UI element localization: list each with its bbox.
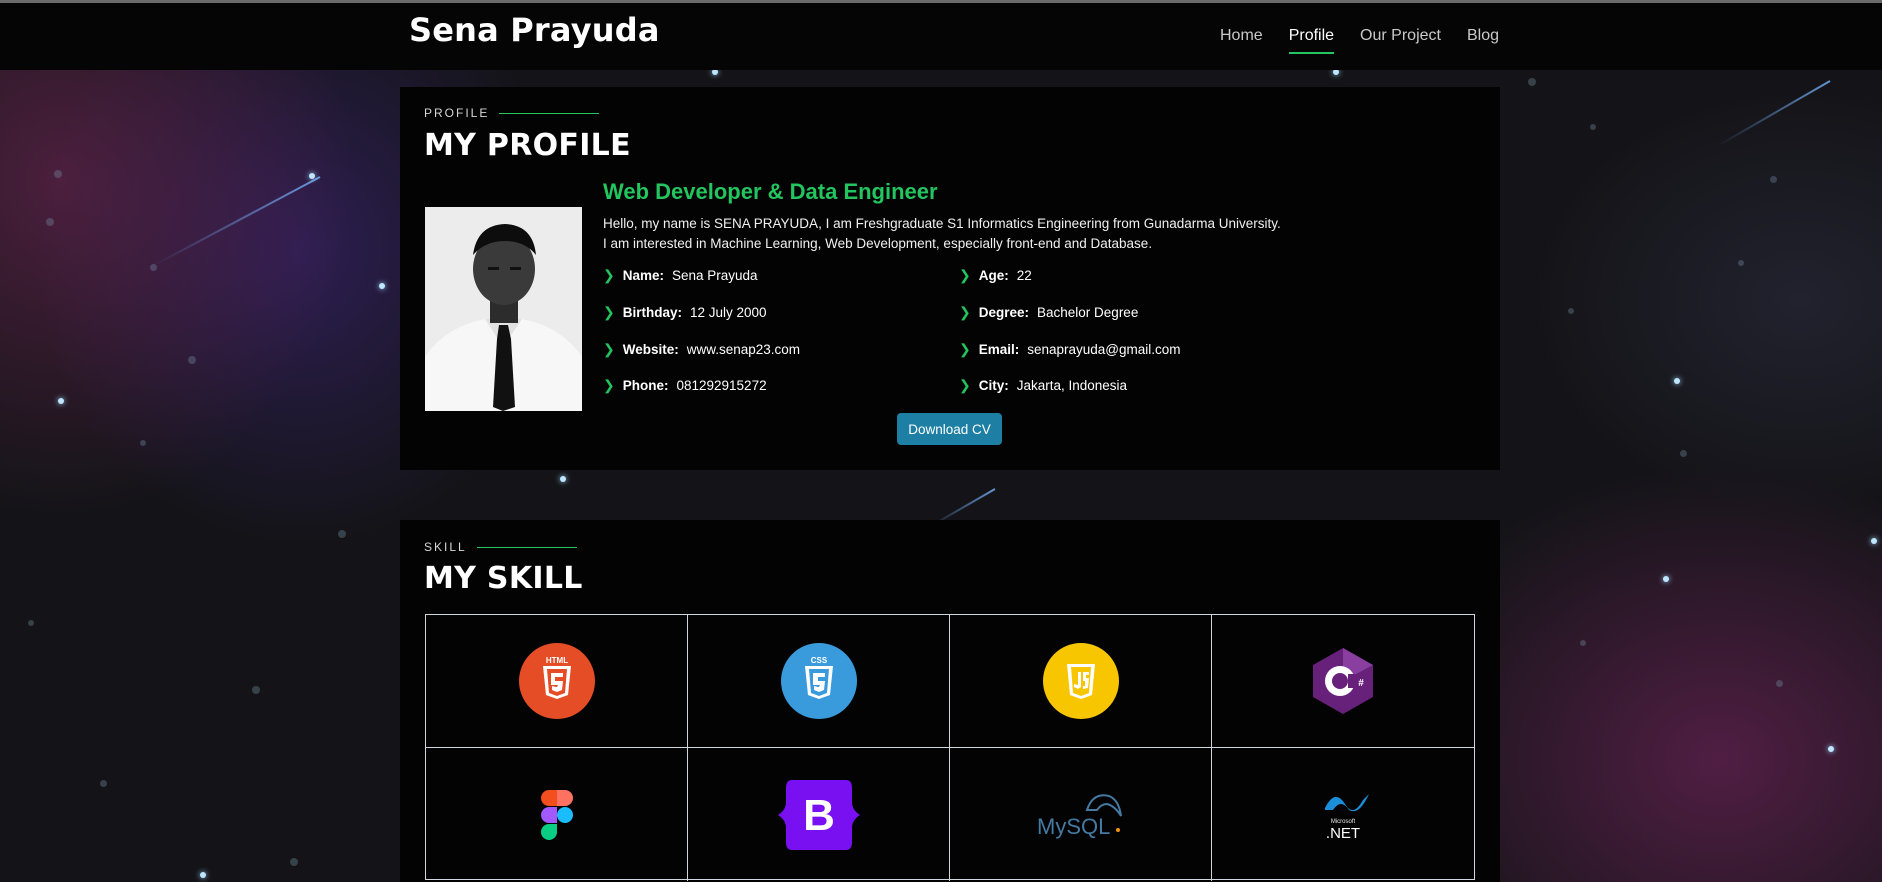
fact-label: Age:: [978, 268, 1009, 283]
download-cv-button[interactable]: Download CV: [897, 413, 1002, 445]
skill-title: MY SKILL: [424, 561, 583, 596]
csharp-icon: #: [1313, 648, 1373, 714]
html5-logo-text: HTML: [545, 656, 567, 665]
fact-city: ❯ City: Jakarta, Indonesia: [959, 377, 1127, 394]
skill-cell-dotnet: Microsoft .NET: [1212, 748, 1474, 881]
eyebrow-line: [499, 112, 600, 114]
fact-label: Website:: [622, 342, 679, 357]
fact-label: Birthday:: [622, 305, 682, 320]
profile-role: Web Developer & Data Engineer: [603, 179, 938, 204]
skill-cell-bootstrap: B: [688, 748, 950, 881]
chevron-right-icon: ❯: [603, 304, 615, 320]
fact-value: 12 July 2000: [690, 305, 767, 320]
nav-home[interactable]: Home: [1220, 27, 1263, 45]
javascript-icon: [1042, 643, 1119, 719]
fact-value: 081292915272: [676, 378, 767, 393]
eyebrow-line: [476, 546, 577, 548]
chevron-right-icon: ❯: [603, 377, 615, 393]
skill-cell-html: HTML: [426, 615, 688, 748]
fact-birthday: ❯ Birthday: 12 July 2000: [603, 304, 767, 321]
profile-eyebrow-text: PROFILE: [424, 106, 490, 120]
fact-value: Sena Prayuda: [672, 268, 758, 283]
fact-label: Email:: [978, 342, 1020, 357]
profile-section: PROFILE MY PROFILE Web Developer & Data …: [400, 87, 1500, 470]
fact-website: ❯ Website: www.senap23.com: [603, 341, 800, 358]
nav-our-project[interactable]: Our Project: [1360, 27, 1441, 45]
fact-phone: ❯ Phone: 081292915272: [603, 377, 767, 394]
site-brand[interactable]: Sena Prayuda: [409, 11, 660, 49]
nav-profile[interactable]: Profile: [1288, 27, 1335, 54]
chevron-right-icon: ❯: [959, 267, 971, 283]
skill-eyebrow: SKILL: [424, 540, 577, 554]
profile-title: MY PROFILE: [424, 128, 631, 163]
bio-line-2: I am interested in Machine Learning, Web…: [603, 236, 1153, 251]
skill-eyebrow-text: SKILL: [424, 540, 467, 554]
bootstrap-logo-text: B: [803, 791, 835, 840]
fact-label: Phone:: [622, 378, 669, 393]
css3-logo-text: CSS: [810, 656, 827, 665]
chevron-right-icon: ❯: [603, 341, 615, 357]
fact-email: ❯ Email: senaprayuda@gmail.com: [959, 341, 1181, 358]
navbar: Sena Prayuda Home Profile Our Project Bl…: [0, 3, 1882, 70]
dotnet-icon: Microsoft .NET: [1325, 793, 1369, 840]
figma-icon: [540, 789, 573, 840]
profile-eyebrow: PROFILE: [424, 106, 600, 120]
fact-label: City:: [978, 378, 1009, 393]
chevron-right-icon: ❯: [959, 304, 971, 320]
bio-line-1: Hello, my name is SENA PRAYUDA, I am Fre…: [603, 216, 1281, 231]
dotnet-logo-text: .NET: [1326, 825, 1360, 840]
mysql-logo-text: MySQL: [1037, 814, 1110, 839]
fact-degree: ❯ Degree: Bachelor Degree: [959, 304, 1138, 321]
bootstrap-icon: B: [777, 779, 860, 850]
main-nav: Home Profile Our Project Blog: [1220, 27, 1499, 54]
html5-icon: HTML: [518, 643, 595, 719]
skill-cell-javascript: [950, 615, 1212, 748]
nav-blog[interactable]: Blog: [1467, 27, 1499, 45]
website-link[interactable]: www.senap23.com: [687, 342, 800, 357]
fact-label: Name:: [622, 268, 664, 283]
skill-grid: HTML CSS # B MySQL Microsoft .NET: [425, 614, 1475, 881]
fact-value: Bachelor Degree: [1037, 305, 1139, 320]
chevron-right-icon: ❯: [959, 377, 971, 393]
svg-text:#: #: [1358, 678, 1364, 689]
skill-cell-figma: [426, 748, 688, 881]
skill-section: SKILL MY SKILL HTML CSS # B MySQL Micros…: [400, 520, 1500, 882]
skill-cell-mysql: MySQL: [950, 748, 1212, 881]
fact-value: 22: [1016, 268, 1032, 283]
chevron-right-icon: ❯: [603, 267, 615, 283]
fact-value: Jakarta, Indonesia: [1016, 378, 1128, 393]
css3-icon: CSS: [780, 643, 857, 719]
mysql-icon: MySQL: [1037, 793, 1122, 839]
fact-value: senaprayuda@gmail.com: [1027, 342, 1181, 357]
profile-photo: [425, 207, 582, 411]
fact-label: Degree:: [978, 305, 1030, 320]
fact-age: ❯ Age: 22: [959, 267, 1032, 284]
profile-bio: Hello, my name is SENA PRAYUDA, I am Fre…: [603, 214, 1363, 254]
skill-cell-css: CSS: [688, 615, 950, 748]
fact-name: ❯ Name: Sena Prayuda: [603, 267, 758, 284]
skill-cell-csharp: #: [1212, 615, 1474, 748]
chevron-right-icon: ❯: [959, 341, 971, 357]
